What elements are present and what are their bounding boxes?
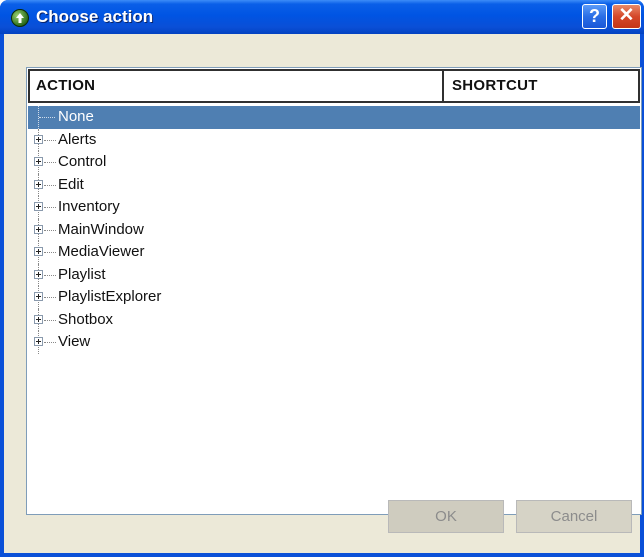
tree-item-label: MainWindow <box>58 220 144 238</box>
tree-item[interactable]: Edit <box>28 173 640 196</box>
tree-item-label: Shotbox <box>58 310 114 328</box>
tree-connector <box>44 274 56 276</box>
tree-item[interactable]: MainWindow <box>28 218 640 241</box>
tree-connector <box>44 252 56 253</box>
tree-item-label: Playlist <box>58 265 106 283</box>
expand-plus-icon[interactable] <box>34 179 43 189</box>
column-header-action[interactable]: ACTION <box>30 71 444 101</box>
tree-connector <box>44 297 56 298</box>
tree-connector <box>44 342 56 343</box>
tree-item[interactable]: Inventory <box>28 196 640 219</box>
tree-connector <box>39 117 55 118</box>
tree-item-label: View <box>58 333 91 350</box>
expand-plus-icon[interactable] <box>34 247 43 256</box>
tree-item-label: Inventory <box>58 198 120 215</box>
list-header: ACTION SHORTCUT <box>28 69 640 103</box>
expand-plus-icon[interactable] <box>34 134 43 144</box>
tree-item-label: PlaylistExplorer <box>58 288 162 305</box>
tree-item-label: MediaViewer <box>58 243 145 260</box>
tree-item-label: Edit <box>58 175 84 193</box>
window-title: Choose action <box>36 7 154 26</box>
title-bar[interactable]: Choose action ? ✕ <box>0 0 644 34</box>
tree-item-label: Control <box>58 153 107 170</box>
expand-plus-icon[interactable] <box>34 202 43 211</box>
tree-item[interactable]: Control <box>28 151 640 174</box>
action-list[interactable]: ACTION SHORTCUT None Alerts Control Edit Inv… <box>26 67 642 515</box>
tree-connector <box>44 162 56 163</box>
column-header-shortcut[interactable]: SHORTCUT <box>444 71 644 101</box>
choose-action-dialog: Choose action ? ✕ ACTION SHORTCUT None Al… <box>0 0 644 557</box>
expand-plus-icon[interactable] <box>34 314 43 324</box>
tree-item-label: None <box>58 108 94 125</box>
expand-plus-icon[interactable] <box>34 157 43 166</box>
tree-connector <box>44 207 56 208</box>
tree-item-label: Alerts <box>58 130 97 148</box>
tree-connector <box>44 184 56 186</box>
tree-connector <box>44 139 56 141</box>
tree-item[interactable]: Shotbox <box>28 308 640 331</box>
action-tree: None Alerts Control Edit Inventory MainWindow… <box>28 106 640 354</box>
tree-item[interactable]: None <box>28 106 640 129</box>
tree-connector <box>44 319 56 321</box>
expand-plus-icon[interactable] <box>34 292 43 301</box>
app-icon <box>11 9 29 27</box>
expand-plus-icon[interactable] <box>34 337 43 346</box>
close-button[interactable]: ✕ <box>612 4 641 29</box>
tree-item[interactable]: Playlist <box>28 263 640 286</box>
tree-item[interactable]: MediaViewer <box>28 241 640 264</box>
tree-item[interactable]: Alerts <box>28 128 640 151</box>
help-button[interactable]: ? <box>582 4 607 29</box>
cancel-button[interactable]: Cancel <box>516 500 632 533</box>
ok-button[interactable]: OK <box>388 500 504 533</box>
expand-plus-icon[interactable] <box>34 269 43 279</box>
tree-item[interactable]: View <box>28 331 640 354</box>
tree-item[interactable]: PlaylistExplorer <box>28 286 640 309</box>
tree-connector <box>44 229 56 231</box>
expand-plus-icon[interactable] <box>34 224 43 234</box>
